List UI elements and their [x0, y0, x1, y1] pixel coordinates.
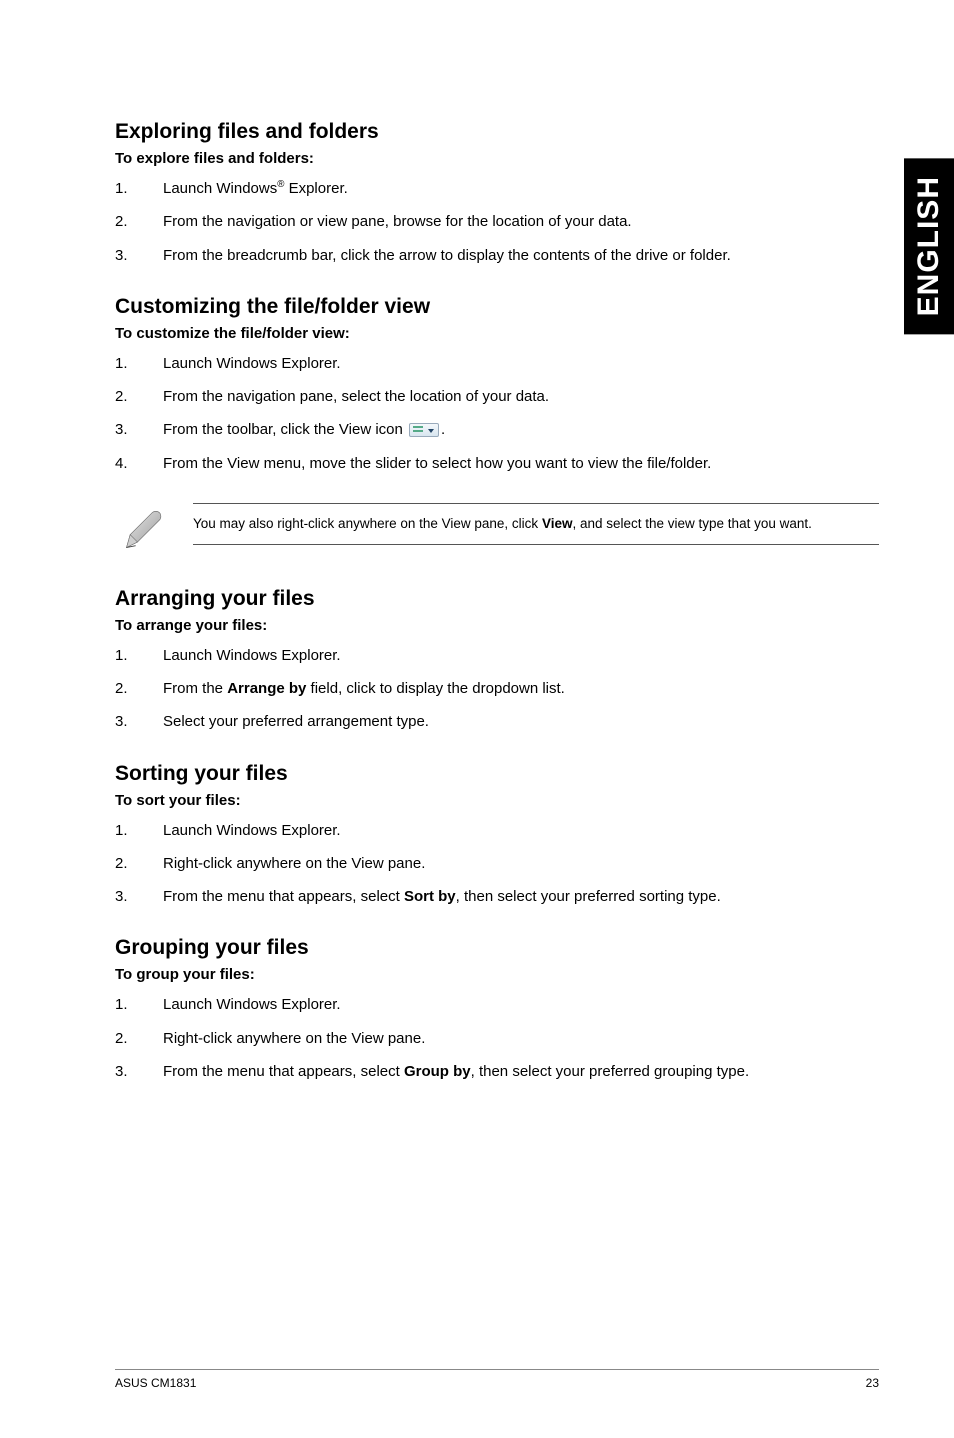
step-number: 2. [115, 677, 163, 700]
step-text: From the navigation or view pane, browse… [163, 210, 879, 233]
list-item: 2. Right-click anywhere on the View pane… [115, 852, 879, 875]
text-fragment: , then select your preferred grouping ty… [471, 1063, 750, 1080]
step-text: Launch Windows® Explorer. [163, 177, 879, 200]
list-item: 3. From the menu that appears, select So… [115, 885, 879, 908]
steps-exploring: 1. Launch Windows® Explorer. 2. From the… [115, 177, 879, 267]
note-text-wrap: You may also right-click anywhere on the… [193, 503, 879, 545]
text-fragment: From the toolbar, click the View icon [163, 421, 407, 438]
list-item: 1. Launch Windows Explorer. [115, 644, 879, 667]
language-tab: ENGLISH [904, 158, 954, 334]
step-number: 2. [115, 852, 163, 875]
subhead-customizing: To customize the file/folder view: [115, 325, 879, 342]
text-fragment: From the menu that appears, select [163, 1063, 404, 1080]
step-text: From the toolbar, click the View icon . [163, 418, 879, 441]
step-text: Right-click anywhere on the View pane. [163, 1027, 879, 1050]
view-options-icon [409, 423, 439, 437]
list-item: 2. From the navigation or view pane, bro… [115, 210, 879, 233]
note-text: You may also right-click anywhere on the… [193, 514, 871, 534]
step-text: From the navigation pane, select the loc… [163, 385, 879, 408]
list-item: 1. Launch Windows Explorer. [115, 352, 879, 375]
step-number: 2. [115, 1027, 163, 1050]
list-item: 3. Select your preferred arrangement typ… [115, 710, 879, 733]
list-item: 2. From the navigation pane, select the … [115, 385, 879, 408]
section-customizing: Customizing the file/folder view To cust… [115, 295, 879, 475]
text-bold: View [542, 516, 573, 531]
section-exploring: Exploring files and folders To explore f… [115, 120, 879, 267]
note-callout: You may also right-click anywhere on the… [115, 503, 879, 553]
text-bold: Arrange by [227, 680, 306, 697]
text-bold: Group by [404, 1063, 471, 1080]
list-item: 4. From the View menu, move the slider t… [115, 452, 879, 475]
list-item: 1. Launch Windows Explorer. [115, 993, 879, 1016]
section-arranging: Arranging your files To arrange your fil… [115, 587, 879, 734]
list-item: 3. From the toolbar, click the View icon… [115, 418, 879, 441]
list-item: 2. Right-click anywhere on the View pane… [115, 1027, 879, 1050]
steps-arranging: 1. Launch Windows Explorer. 2. From the … [115, 644, 879, 734]
step-number: 3. [115, 418, 163, 441]
heading-arranging: Arranging your files [115, 587, 879, 611]
list-item: 3. From the breadcrumb bar, click the ar… [115, 244, 879, 267]
step-text: From the menu that appears, select Sort … [163, 885, 879, 908]
steps-customizing: 1. Launch Windows Explorer. 2. From the … [115, 352, 879, 475]
step-text: Select your preferred arrangement type. [163, 710, 879, 733]
text-fragment: Launch Windows [163, 180, 277, 197]
step-text: Launch Windows Explorer. [163, 644, 879, 667]
heading-sorting: Sorting your files [115, 762, 879, 786]
step-text: From the breadcrumb bar, click the arrow… [163, 244, 879, 267]
step-number: 1. [115, 352, 163, 375]
step-number: 1. [115, 819, 163, 842]
steps-grouping: 1. Launch Windows Explorer. 2. Right-cli… [115, 993, 879, 1083]
step-number: 3. [115, 710, 163, 733]
step-text: Right-click anywhere on the View pane. [163, 852, 879, 875]
text-fragment: Explorer. [284, 180, 347, 197]
heading-customizing: Customizing the file/folder view [115, 295, 879, 319]
section-sorting: Sorting your files To sort your files: 1… [115, 762, 879, 909]
step-text: Launch Windows Explorer. [163, 819, 879, 842]
step-number: 3. [115, 244, 163, 267]
step-text: Launch Windows Explorer. [163, 993, 879, 1016]
text-fragment: From the menu that appears, select [163, 888, 404, 905]
step-text: From the menu that appears, select Group… [163, 1060, 879, 1083]
step-text: From the View menu, move the slider to s… [163, 452, 879, 475]
steps-sorting: 1. Launch Windows Explorer. 2. Right-cli… [115, 819, 879, 909]
step-number: 1. [115, 644, 163, 667]
step-text: From the Arrange by field, click to disp… [163, 677, 879, 700]
subhead-exploring: To explore files and folders: [115, 150, 879, 167]
list-item: 2. From the Arrange by field, click to d… [115, 677, 879, 700]
text-fragment: From the [163, 680, 227, 697]
step-number: 1. [115, 993, 163, 1016]
step-number: 2. [115, 385, 163, 408]
step-number: 1. [115, 177, 163, 200]
step-number: 2. [115, 210, 163, 233]
step-number: 3. [115, 1060, 163, 1083]
step-number: 3. [115, 885, 163, 908]
step-number: 4. [115, 452, 163, 475]
section-grouping: Grouping your files To group your files:… [115, 936, 879, 1083]
step-text: Launch Windows Explorer. [163, 352, 879, 375]
pencil-icon [121, 509, 165, 553]
text-bold: Sort by [404, 888, 456, 905]
list-item: 3. From the menu that appears, select Gr… [115, 1060, 879, 1083]
page-footer: ASUS CM1831 23 [115, 1369, 879, 1390]
subhead-arranging: To arrange your files: [115, 617, 879, 634]
text-fragment: field, click to display the dropdown lis… [306, 680, 564, 697]
subhead-sorting: To sort your files: [115, 792, 879, 809]
footer-page-number: 23 [866, 1376, 879, 1390]
text-fragment: , then select your preferred sorting typ… [456, 888, 721, 905]
footer-model: ASUS CM1831 [115, 1376, 196, 1390]
subhead-grouping: To group your files: [115, 966, 879, 983]
text-fragment: You may also right-click anywhere on the… [193, 516, 542, 531]
text-fragment: . [441, 421, 445, 438]
heading-exploring: Exploring files and folders [115, 120, 879, 144]
text-fragment: , and select the view type that you want… [572, 516, 811, 531]
list-item: 1. Launch Windows® Explorer. [115, 177, 879, 200]
list-item: 1. Launch Windows Explorer. [115, 819, 879, 842]
heading-grouping: Grouping your files [115, 936, 879, 960]
